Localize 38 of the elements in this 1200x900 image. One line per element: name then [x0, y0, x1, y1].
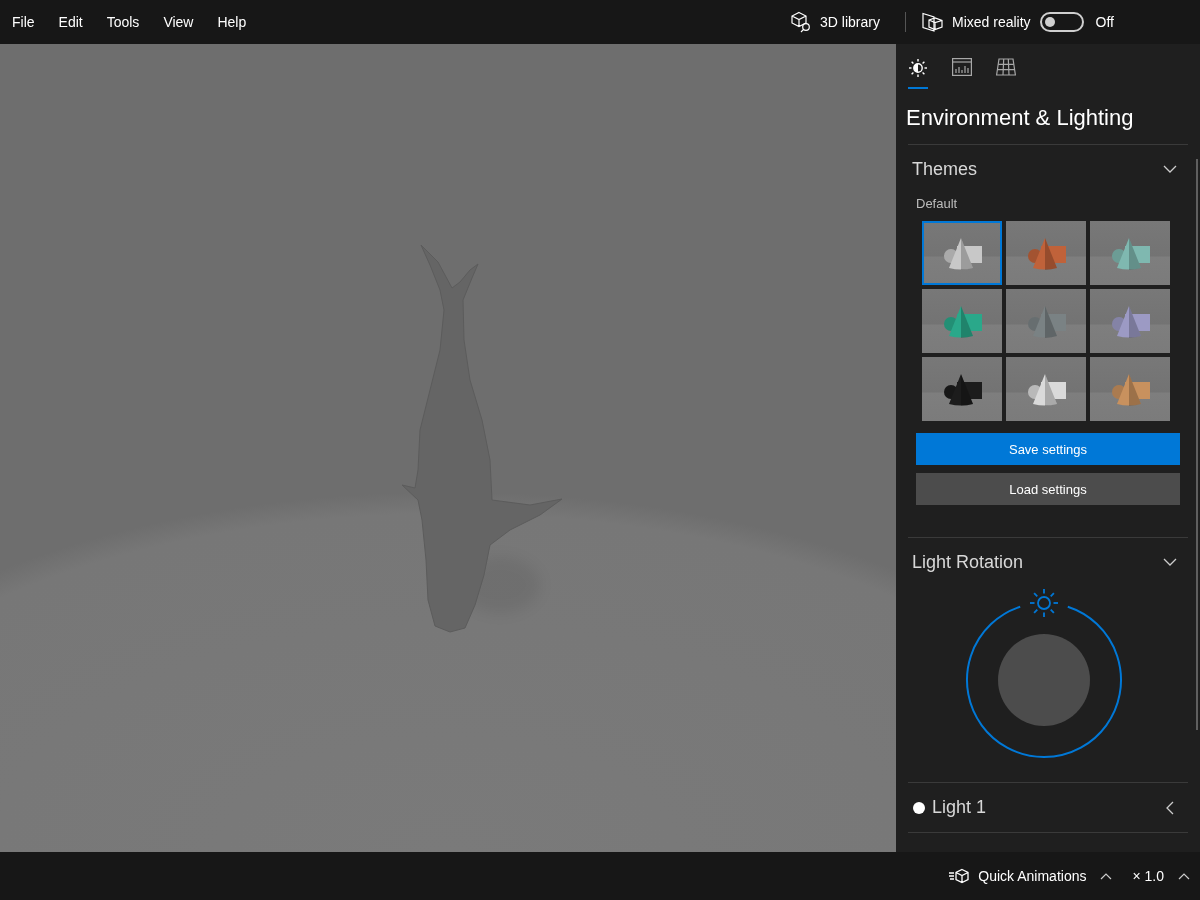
sun-icon: [908, 58, 928, 78]
quick-animations-button[interactable]: Quick Animations: [948, 868, 1113, 884]
menu-item[interactable]: File: [0, 10, 47, 34]
settings-button[interactable]: Save settings: [916, 433, 1180, 465]
theme-thumbnail[interactable]: [1006, 289, 1086, 353]
theme-thumbnail[interactable]: [1090, 289, 1170, 353]
group-label: Default: [916, 195, 958, 213]
chevron-left-icon: [1166, 800, 1174, 815]
toggle-switch[interactable]: [1039, 12, 1084, 32]
caret-up-icon: [1100, 872, 1113, 880]
sun-handle-icon[interactable]: [1029, 588, 1059, 618]
cube-search-icon: [790, 11, 813, 33]
theme-thumbnail[interactable]: [1006, 357, 1086, 421]
animated-cube-icon: [948, 868, 971, 884]
theme-thumbnail[interactable]: [922, 357, 1002, 421]
scrollbar[interactable]: [1196, 159, 1198, 730]
theme-thumbnail[interactable]: [922, 289, 1002, 353]
mixed-reality-label: Mixed reality: [952, 14, 1031, 30]
mixed-reality-icon: [922, 12, 944, 32]
light-item[interactable]: Light 1: [896, 783, 1200, 832]
theme-thumbnail[interactable]: [1090, 357, 1170, 421]
grid-icon: [996, 58, 1016, 76]
menu-item[interactable]: Help: [205, 10, 259, 34]
menu-item[interactable]: Edit: [46, 10, 95, 34]
library-button[interactable]: 3D library: [790, 11, 880, 33]
speed-button[interactable]: × 1.0: [1132, 868, 1190, 884]
theme-thumbnail[interactable]: [1090, 221, 1170, 285]
menu-item[interactable]: Tools: [94, 10, 152, 34]
caret-up-icon: [1178, 872, 1190, 880]
toggle-state-label: Off: [1095, 14, 1114, 30]
menu-item[interactable]: View: [151, 10, 206, 34]
chevron-down-icon: [1163, 165, 1177, 173]
theme-thumbnail[interactable]: [922, 221, 1002, 285]
theme-thumbnail[interactable]: [1006, 221, 1086, 285]
panel-title: Environment & Lighting: [905, 104, 1135, 132]
bar-chart-icon: [952, 58, 972, 76]
chevron-down-icon: [1163, 558, 1177, 566]
settings-button[interactable]: Load settings: [916, 473, 1180, 505]
